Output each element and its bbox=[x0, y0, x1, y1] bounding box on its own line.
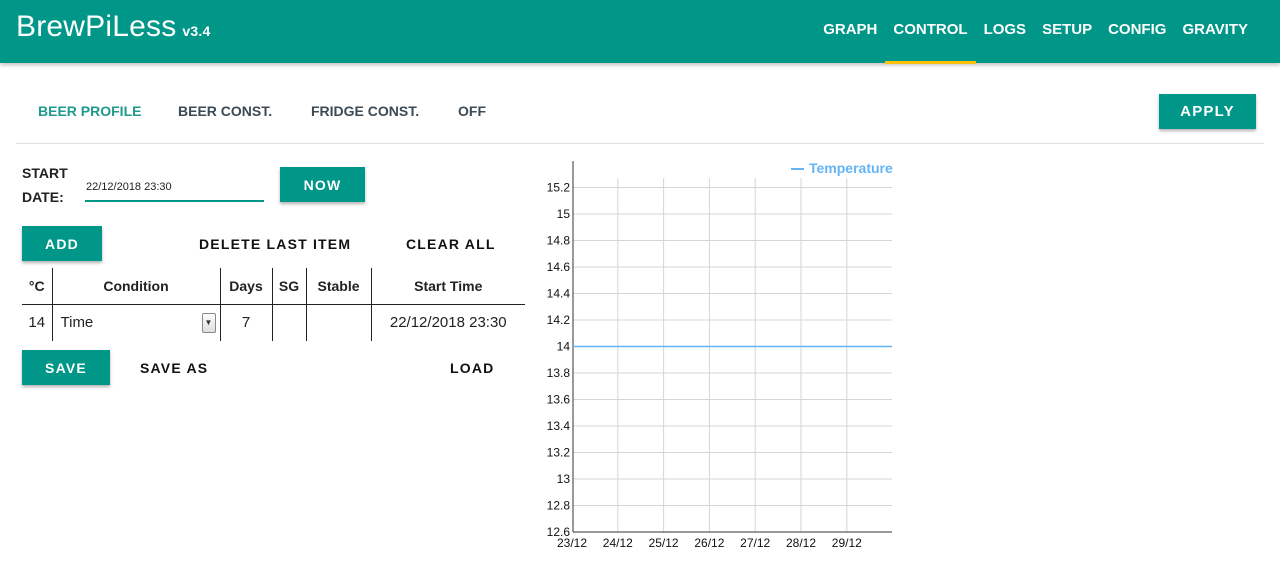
x-tick-label: 25/12 bbox=[649, 536, 679, 550]
y-tick-label: 13 bbox=[557, 472, 571, 486]
app-version: v3.4 bbox=[182, 23, 211, 39]
start-date-input[interactable] bbox=[85, 173, 264, 202]
now-button[interactable]: NOW bbox=[280, 167, 365, 202]
clear-all-button[interactable]: CLEAR ALL bbox=[406, 236, 496, 252]
x-tick-label: 23/12 bbox=[557, 536, 587, 550]
start-label-line1: START bbox=[22, 165, 68, 181]
nav-control[interactable]: CONTROL bbox=[885, 0, 976, 64]
x-tick-label: 28/12 bbox=[786, 536, 816, 550]
header-start-time: Start Time bbox=[370, 268, 525, 305]
x-tick-label: 26/12 bbox=[694, 536, 724, 550]
tab-off[interactable]: OFF bbox=[458, 103, 486, 119]
start-label-line2: DATE: bbox=[22, 189, 64, 205]
nav-graph[interactable]: GRAPH bbox=[815, 0, 885, 63]
y-tick-label: 13.4 bbox=[547, 419, 571, 433]
cell-stable[interactable] bbox=[305, 304, 371, 341]
header-days: Days bbox=[219, 268, 272, 305]
y-tick-label: 15 bbox=[557, 207, 571, 221]
cell-start-time: 22/12/2018 23:30 bbox=[370, 304, 525, 341]
load-button[interactable]: LOAD bbox=[450, 360, 494, 376]
y-tick-label: 12.8 bbox=[547, 499, 571, 513]
app-brand[interactable]: BrewPiLess v3.4 bbox=[16, 10, 210, 44]
cell-days[interactable]: 7 bbox=[219, 304, 272, 341]
x-tick-label: 29/12 bbox=[832, 536, 862, 550]
top-app-bar: BrewPiLess v3.4 GRAPH CONTROL LOGS SETUP … bbox=[0, 0, 1280, 64]
header-condition: Condition bbox=[51, 268, 220, 305]
y-tick-label: 15.2 bbox=[547, 181, 571, 195]
save-button[interactable]: SAVE bbox=[22, 350, 110, 385]
cell-sg[interactable] bbox=[271, 304, 306, 341]
mode-tabs: BEER PROFILE BEER CONST. FRIDGE CONST. O… bbox=[16, 86, 1264, 144]
legend-label: Temperature bbox=[809, 160, 893, 176]
apply-button[interactable]: APPLY bbox=[1159, 94, 1256, 129]
cell-condition[interactable]: Time ▼ bbox=[51, 304, 220, 341]
condition-value: Time bbox=[60, 314, 94, 332]
y-tick-label: 13.2 bbox=[547, 446, 571, 460]
y-tick-label: 13.8 bbox=[547, 366, 571, 380]
nav-config[interactable]: CONFIG bbox=[1100, 0, 1174, 63]
x-tick-label: 24/12 bbox=[603, 536, 633, 550]
table-header-row: °C Condition Days SG Stable Start Time bbox=[22, 268, 525, 305]
header-sg: SG bbox=[271, 268, 306, 305]
y-tick-label: 14.2 bbox=[547, 313, 571, 327]
tab-fridge-const[interactable]: FRIDGE CONST. bbox=[311, 103, 419, 119]
nav-setup[interactable]: SETUP bbox=[1034, 0, 1100, 63]
add-button[interactable]: ADD bbox=[22, 226, 102, 261]
header-stable: Stable bbox=[305, 268, 371, 305]
start-date-label: START DATE: bbox=[22, 161, 68, 209]
profile-table: °C Condition Days SG Stable Start Time 1… bbox=[22, 268, 525, 341]
table-row: 14 Time ▼ 7 22/12/2018 23:30 bbox=[22, 304, 525, 341]
nav-logs[interactable]: LOGS bbox=[976, 0, 1035, 63]
header-temp: °C bbox=[22, 268, 52, 305]
main-nav: GRAPH CONTROL LOGS SETUP CONFIG GRAVITY bbox=[815, 0, 1256, 64]
y-tick-label: 14.4 bbox=[547, 287, 571, 301]
cell-temp[interactable]: 14 bbox=[22, 304, 52, 341]
y-tick-label: 14 bbox=[557, 340, 571, 354]
y-tick-label: 14.6 bbox=[547, 260, 571, 274]
nav-gravity[interactable]: GRAVITY bbox=[1174, 0, 1256, 63]
dropdown-arrow-icon[interactable]: ▼ bbox=[201, 312, 216, 333]
condition-select[interactable]: Time ▼ bbox=[53, 312, 220, 333]
delete-last-item-button[interactable]: DELETE LAST ITEM bbox=[199, 236, 351, 252]
x-tick-label: 27/12 bbox=[740, 536, 770, 550]
y-tick-label: 13.6 bbox=[547, 393, 571, 407]
tab-beer-profile[interactable]: BEER PROFILE bbox=[38, 103, 141, 119]
app-name: BrewPiLess bbox=[16, 10, 177, 43]
y-tick-label: 14.8 bbox=[547, 234, 571, 248]
temperature-chart: 15.2 15 14.8 14.6 14.4 14.2 14 13.8 13.6 13.4 13.2… bbox=[547, 160, 893, 550]
tab-beer-const[interactable]: BEER CONST. bbox=[178, 103, 272, 119]
save-as-button[interactable]: SAVE AS bbox=[140, 360, 208, 376]
